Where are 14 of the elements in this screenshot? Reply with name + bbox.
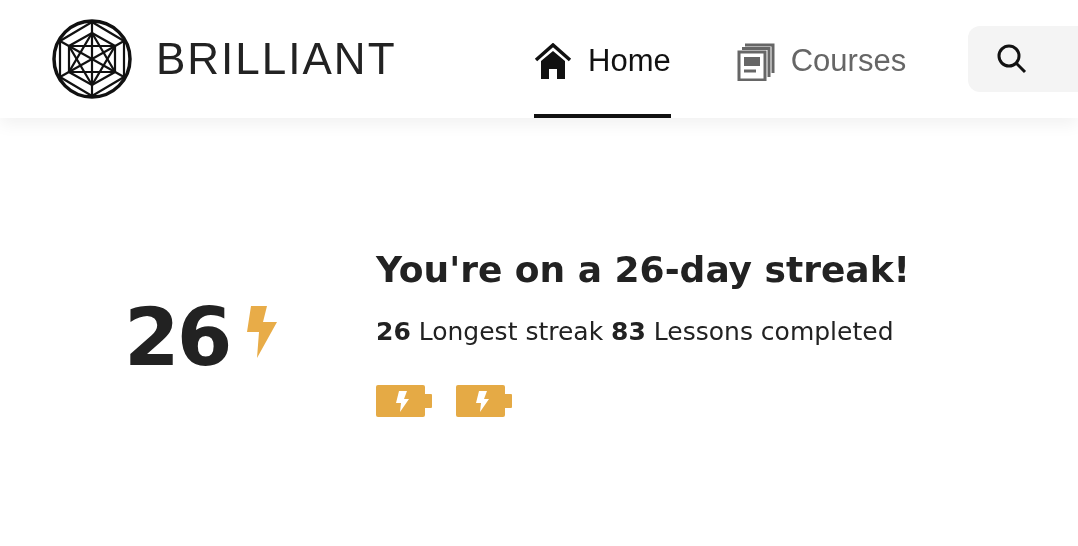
search-icon [996, 43, 1028, 75]
home-icon [534, 43, 572, 79]
streak-headline: You're on a 26-day streak! [376, 248, 911, 292]
search-button[interactable] [968, 26, 1078, 92]
brand-name: BRILLIANT [156, 33, 397, 85]
battery-icon [456, 384, 512, 417]
logo-icon [52, 19, 132, 99]
lightning-icon [245, 306, 278, 358]
courses-icon [736, 41, 775, 81]
streak-stats: 26 Longest streak 83 Lessons completed [376, 316, 895, 349]
nav-tab[interactable]: Courses [736, 0, 907, 118]
battery-icon [376, 384, 432, 417]
nav-tab[interactable]: Home [534, 0, 671, 118]
streak-count: 26 [124, 298, 230, 378]
